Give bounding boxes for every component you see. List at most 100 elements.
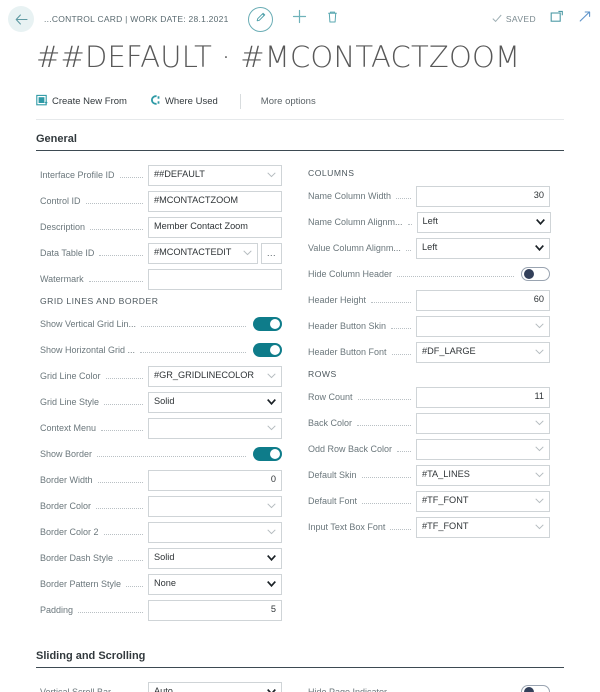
create-new-from-button[interactable]: Create New From <box>36 94 127 109</box>
input-grid-line-style[interactable]: Solid <box>148 391 282 413</box>
chevron-down-icon[interactable] <box>531 524 544 530</box>
label-leader-dots <box>97 448 246 457</box>
input-header-button-skin[interactable] <box>416 315 550 337</box>
input-odd-row-back-color[interactable] <box>416 438 550 460</box>
chevron-down-icon[interactable] <box>532 219 545 225</box>
input-header-height[interactable]: 60 <box>416 289 550 311</box>
toggle-show-vertical-grid-lin[interactable] <box>253 317 282 331</box>
field-label-name-column-width: Name Column Width <box>308 191 392 201</box>
chevron-down-icon[interactable] <box>263 581 276 587</box>
open-in-new-window-button[interactable] <box>550 10 564 28</box>
grid-lines-field-list: Show Vertical Grid Lin... Show Horizontal… <box>36 312 282 622</box>
field-control-border-dash-style: Solid <box>148 547 282 569</box>
expand-icon <box>578 10 592 28</box>
input-value: #DF_LARGE <box>422 346 476 357</box>
assist-edit-button[interactable]: ... <box>261 242 282 264</box>
input-vertical-scroll-bar[interactable]: Auto <box>148 681 282 692</box>
label-leader-dots <box>391 320 411 329</box>
field-control-header-button-skin <box>416 315 550 337</box>
field-control-padding: 5 <box>148 599 282 621</box>
chevron-down-icon[interactable] <box>531 323 544 329</box>
field-control-context-menu <box>148 417 282 439</box>
input-watermark[interactable] <box>148 268 282 290</box>
field-label-header-height: Header Height <box>308 295 367 305</box>
field-label-border-color: Border Color <box>40 501 92 511</box>
input-interface-profile-id[interactable]: ##DEFAULT <box>148 164 282 186</box>
sliding-divider <box>36 667 564 668</box>
chevron-down-icon[interactable] <box>531 245 544 251</box>
toggle-hide-column-header[interactable] <box>521 267 550 281</box>
input-data-table-id[interactable]: #MCONTACTEDIT <box>148 242 258 264</box>
input-description[interactable]: Member Contact Zoom <box>148 216 282 238</box>
toggle-knob <box>524 687 534 692</box>
field-row-back-color: Back Color <box>304 411 550 435</box>
edit-button[interactable] <box>248 6 273 32</box>
sliding-right-column: Hide Page Indicator <box>304 680 550 692</box>
input-border-color-2[interactable] <box>148 521 282 543</box>
field-control-border-pattern-style: None <box>148 573 282 595</box>
chevron-down-icon[interactable] <box>531 472 544 478</box>
label-leader-dots <box>99 247 143 256</box>
top-bar: ...CONTROL CARD | WORK DATE: 28.1.2021 S… <box>0 0 600 38</box>
general-section: General Interface Profile ID ##DEFAULT Con… <box>36 133 564 624</box>
delete-button[interactable] <box>326 10 339 29</box>
chevron-down-icon[interactable] <box>263 425 276 431</box>
input-padding[interactable]: 5 <box>148 599 282 621</box>
input-control-id[interactable]: #MCONTACTZOOM <box>148 190 282 212</box>
breadcrumb[interactable]: ...CONTROL CARD | WORK DATE: 28.1.2021 <box>44 14 229 24</box>
chevron-down-icon[interactable] <box>263 373 276 379</box>
chevron-down-icon[interactable] <box>239 250 252 256</box>
label-leader-dots <box>116 686 143 692</box>
input-row-count[interactable]: 11 <box>416 386 550 408</box>
input-input-text-box-font[interactable]: #TF_FONT <box>416 516 550 538</box>
input-header-button-font[interactable]: #DF_LARGE <box>416 341 550 363</box>
toggle-show-border[interactable] <box>253 447 282 461</box>
chevron-down-icon[interactable] <box>531 498 544 504</box>
chevron-down-icon[interactable] <box>531 446 544 452</box>
toggle-show-horizontal-grid[interactable] <box>253 343 282 357</box>
chevron-down-icon[interactable] <box>263 172 276 178</box>
label-leader-dots <box>78 604 143 613</box>
chevron-down-icon[interactable] <box>263 529 276 535</box>
new-button[interactable] <box>292 9 307 29</box>
label-leader-dots <box>357 391 411 400</box>
expand-button[interactable] <box>578 10 592 28</box>
chevron-down-icon[interactable] <box>531 420 544 426</box>
field-row-header-button-skin: Header Button Skin <box>304 314 550 338</box>
where-used-button[interactable]: Where Used <box>149 94 218 109</box>
input-border-color[interactable] <box>148 495 282 517</box>
input-grid-line-color[interactable]: #GR_GRIDLINECOLOR <box>148 365 282 387</box>
input-name-column-alignm[interactable]: Left <box>416 211 551 233</box>
back-button[interactable] <box>8 6 34 32</box>
field-control-data-table-id: #MCONTACTEDIT... <box>148 242 282 264</box>
toggle-hide-page-indicator[interactable] <box>521 685 550 692</box>
input-back-color[interactable] <box>416 412 550 434</box>
pencil-icon <box>255 10 267 28</box>
input-name-column-width[interactable]: 30 <box>416 185 550 207</box>
input-value: #MCONTACTZOOM <box>154 195 239 206</box>
field-control-odd-row-back-color <box>416 438 550 460</box>
input-border-dash-style[interactable]: Solid <box>148 547 282 569</box>
chevron-down-icon[interactable] <box>263 555 276 561</box>
field-row-default-font: Default Font #TF_FONT <box>304 489 550 513</box>
field-label-show-vertical-grid-lin: Show Vertical Grid Lin... <box>40 319 137 329</box>
trash-icon <box>326 10 339 29</box>
input-border-pattern-style[interactable]: None <box>148 573 282 595</box>
lookup-with-assist: #MCONTACTEDIT... <box>148 242 282 264</box>
chevron-down-icon[interactable] <box>263 503 276 509</box>
chevron-down-icon[interactable] <box>263 399 276 405</box>
input-border-width[interactable]: 0 <box>148 469 282 491</box>
input-default-font[interactable]: #TF_FONT <box>416 490 550 512</box>
field-row-name-column-alignm: Name Column Alignm... Left <box>304 210 551 234</box>
input-default-skin[interactable]: #TA_LINES <box>416 464 550 486</box>
more-options-button[interactable]: More options <box>261 96 316 107</box>
field-row-hide-column-header: Hide Column Header <box>304 262 550 286</box>
input-value: #MCONTACTEDIT <box>154 247 232 258</box>
field-label-data-table-id: Data Table ID <box>40 248 95 258</box>
sliding-scrolling-section: Sliding and Scrolling Vertical Scroll Ba… <box>36 650 564 692</box>
field-control-border-width: 0 <box>148 469 282 491</box>
input-context-menu[interactable] <box>148 417 282 439</box>
chevron-down-icon[interactable] <box>531 349 544 355</box>
columns-field-list: Name Column Width 30 Name Column Alignm...… <box>304 184 551 364</box>
input-value-column-alignm[interactable]: Left <box>416 237 550 259</box>
